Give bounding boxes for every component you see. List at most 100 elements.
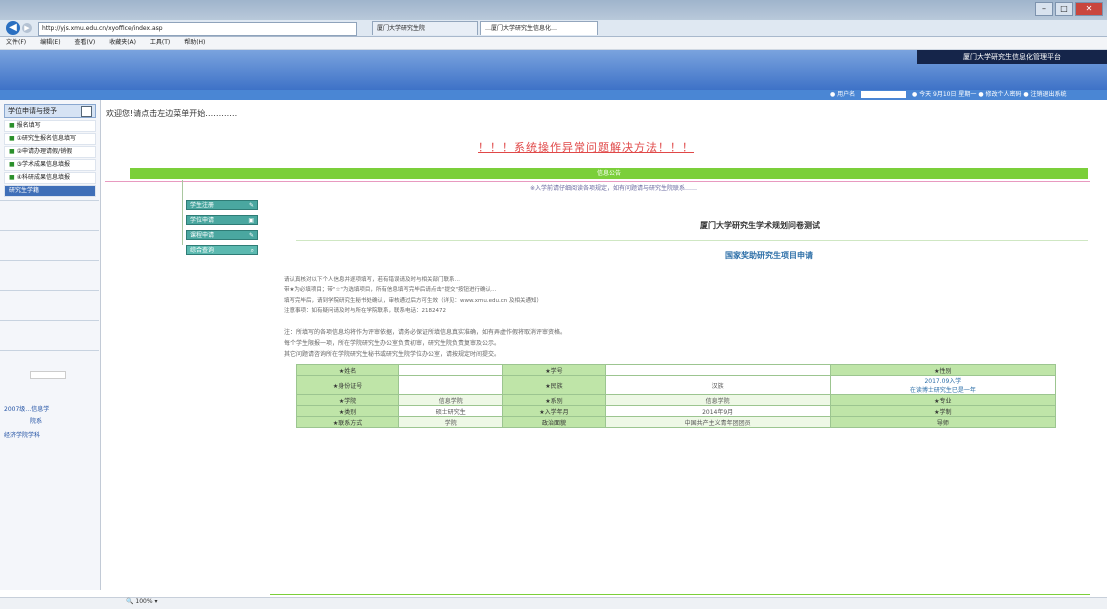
menu-view[interactable]: 查看(V) [74, 39, 95, 46]
platform-title: 厦门大学研究生信息化管理平台 [917, 50, 1107, 64]
browser-tab-2[interactable]: …厦门大学研究生信息化… [480, 21, 598, 35]
edit-icon: ✎ [248, 202, 254, 209]
instruction-line: 注意事项：如有疑问请及时与所在学院联系，联系电话：2182472 [284, 308, 446, 314]
field-label: ★类别 [295, 405, 400, 417]
student-id-field[interactable] [604, 364, 831, 376]
sidebar-link-college[interactable]: 经济学院学科 [4, 430, 40, 439]
field-label: 导师 [829, 416, 1057, 428]
bullet-icon: ■ [9, 174, 15, 181]
maximize-button[interactable]: □ [1055, 2, 1073, 16]
divider [0, 350, 99, 351]
field-label: ★入学年月 [502, 405, 606, 417]
greeting-text: 欢迎您!请点击左边菜单开始………… [106, 109, 238, 118]
search-icon: ⌕ [250, 247, 254, 254]
zoom-value: 100% [135, 598, 153, 605]
menu-edit[interactable]: 编辑(E) [40, 39, 60, 46]
department-field[interactable]: 信息学院 [604, 394, 831, 406]
sidebar-item-selected[interactable]: 研究生学籍 [4, 185, 96, 197]
field-label: ★民族 [502, 375, 606, 395]
form-row: ★联系方式 学院 政治面貌 中国共产主义青年团团员 导师 [295, 416, 1057, 428]
browser-tab-1[interactable]: 厦门大学研究生院 [372, 21, 478, 35]
bullet-icon: ■ [9, 148, 15, 155]
bullet-icon: ■ [9, 161, 15, 168]
menu-file[interactable]: 文件(F) [6, 39, 26, 46]
edit-icon: ✎ [248, 232, 254, 239]
notice-bar: 信息公告 [130, 168, 1088, 179]
field-label: ★学制 [829, 405, 1057, 417]
mini-menu-degree[interactable]: 学位申请 ▣ [186, 215, 258, 225]
contact-field[interactable]: 学院 [398, 416, 504, 428]
sidebar-item-label: ②申请办理请假/销假 [16, 148, 73, 155]
back-button[interactable]: ◀ [6, 21, 20, 35]
sidebar-item-label: ③学术成果信息填报 [16, 161, 71, 168]
scrolling-notice: ※入学前请仔细阅读各项规定，如有问题请与研究生院联系…… [530, 185, 698, 192]
field-label: ★学号 [502, 364, 606, 376]
sidebar-item-label: ①研究生报名信息填写 [16, 135, 77, 142]
sidebar: 学位申请与授予 ■ 报名填写 ■ ①研究生报名信息填写 ■ ②申请办理请假/销假 ■ ③… [0, 100, 101, 590]
enrollment-note: 2017.09入学 在读博士研究生已是一年 [829, 375, 1057, 395]
date-and-links[interactable]: ● 今天 9月10日 星期一 ● 修改个人密码 ● 注销退出系统 [912, 91, 1067, 98]
form-row: ★学院 信息学院 ★系别 信息学院 ★专业 [295, 394, 1057, 406]
divider [296, 240, 1088, 241]
id-number-field[interactable] [398, 375, 504, 395]
login-strip: ● 用户名 ● 今天 9月10日 星期一 ● 修改个人密码 ● 注销退出系统 [830, 90, 1107, 100]
sidebar-link-student[interactable]: 2007级…信息学 [4, 404, 49, 413]
collapse-icon[interactable] [81, 106, 92, 117]
sidebar-item-label: ④科研成果信息填报 [16, 174, 71, 181]
status-bar [0, 597, 1107, 609]
menu-favorites[interactable]: 收藏夹(A) [109, 39, 136, 46]
sidebar-item-leave[interactable]: ■ ②申请办理请假/销假 [4, 146, 96, 158]
sidebar-item-research[interactable]: ■ ④科研成果信息填报 [4, 172, 96, 184]
instruction-line: 带★为必填项目；带"☆"为选填项目，所有信息填写完毕后请点击"提交"按钮进行确认… [284, 287, 497, 293]
warning-line: 注：所填写的各项信息均将作为评审依据，请务必保证所填信息真实准确，如有弄虚作假将… [284, 329, 567, 336]
forward-button[interactable]: ▶ [22, 23, 32, 33]
sidebar-item-academic[interactable]: ■ ③学术成果信息填报 [4, 159, 96, 171]
sidebar-item-register[interactable]: ■ 报名填写 [4, 120, 96, 132]
username-input[interactable] [861, 91, 907, 98]
zoom-icon: 🔍 [126, 598, 134, 605]
survey-title: 厦门大学研究生学术规划问卷测试 [700, 221, 820, 230]
mini-menu-course[interactable]: 课程申请 ✎ [186, 230, 258, 240]
application-form: ★姓名 ★学号 ★性别 ★身份证号 ★民族 汉族 2017.09入学 在读博士研… [295, 364, 1057, 428]
sidebar-search-input[interactable] [30, 371, 66, 379]
address-bar[interactable]: http://yjs.xmu.edu.cn/xyoffice/index.asp [38, 22, 357, 36]
mini-menu-label: 课程申请 [190, 232, 215, 239]
document-icon: ▣ [248, 217, 254, 224]
zoom-level[interactable]: 🔍 100% ▾ [126, 598, 157, 605]
sidebar-title[interactable]: 学位申请与授予 [4, 104, 96, 118]
window-titlebar: – □ ✕ [0, 0, 1107, 20]
browser-menubar: 文件(F) 编辑(E) 查看(V) 收藏夹(A) 工具(T) 帮助(H) [0, 37, 1107, 50]
name-field[interactable] [398, 364, 504, 376]
close-button[interactable]: ✕ [1075, 2, 1103, 16]
field-label: ★学院 [295, 394, 400, 406]
enrollment-date-field[interactable]: 2014年9月 [604, 405, 831, 417]
minimize-button[interactable]: – [1035, 2, 1053, 16]
menu-help[interactable]: 帮助(H) [184, 39, 205, 46]
mini-menu-register[interactable]: 学生注册 ✎ [186, 200, 258, 210]
bullet-icon: ■ [9, 122, 15, 129]
college-field[interactable]: 信息学院 [398, 394, 504, 406]
field-label: 政治面貌 [502, 416, 606, 428]
political-status-field[interactable]: 中国共产主义青年团团员 [604, 416, 831, 428]
divider [0, 230, 99, 231]
instruction-line: 填写完毕后，请到学院研究生秘书处确认，审核通过后方可生效（详见：www.xmu.… [284, 298, 542, 304]
sidebar-title-label: 学位申请与授予 [8, 107, 57, 115]
form-row: ★类别 硕士研究生 ★入学年月 2014年9月 ★学制 [295, 405, 1057, 417]
field-label: ★系别 [502, 394, 606, 406]
mini-menu-label: 学生注册 [190, 202, 215, 209]
sidebar-item-info[interactable]: ■ ①研究生报名信息填写 [4, 133, 96, 145]
field-label: ★联系方式 [295, 416, 400, 428]
divider [0, 290, 99, 291]
divider [182, 180, 183, 245]
application-title: 国家奖助研究生项目申请 [725, 251, 813, 260]
category-field[interactable]: 硕士研究生 [398, 405, 504, 417]
mini-menu-query[interactable]: 综合查询 ⌕ [186, 245, 258, 255]
divider [0, 320, 99, 321]
ethnicity-field[interactable]: 汉族 [604, 375, 831, 395]
problem-solution-link[interactable]: ！！！系统操作异常问题解决方法！！！ [478, 139, 694, 155]
bullet-icon: ■ [9, 135, 15, 142]
menu-tools[interactable]: 工具(T) [150, 39, 170, 46]
warning-line: 每个学生限报一项，所在学院研究生办公室负责初审，研究生院负责复审及公示。 [284, 340, 501, 347]
sidebar-link-dept[interactable]: 院系 [30, 416, 42, 425]
field-label: ★性别 [829, 364, 1057, 376]
